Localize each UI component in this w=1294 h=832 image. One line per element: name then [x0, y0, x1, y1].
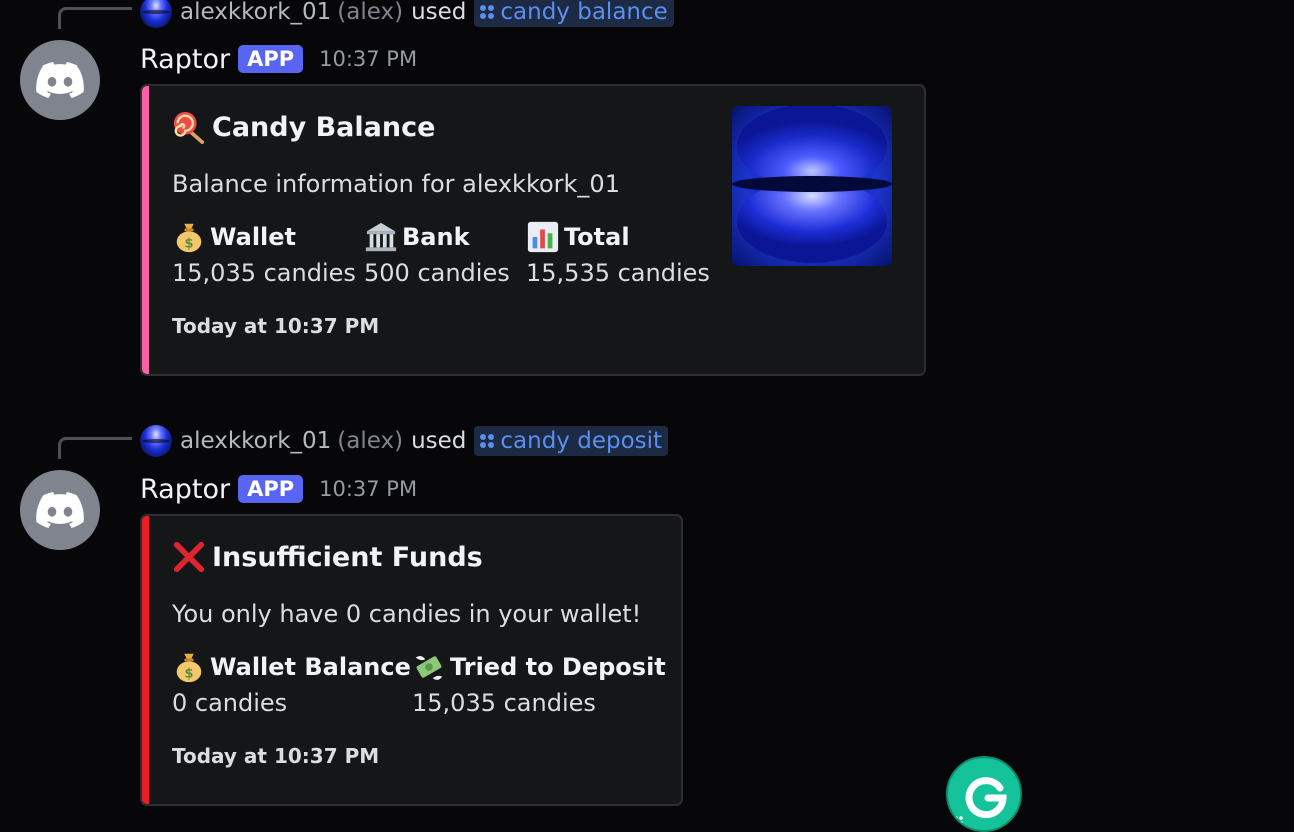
slash-command-icon [480, 434, 495, 448]
field-name-text: Tried to Deposit [450, 653, 666, 681]
command-link-candy-deposit[interactable]: candy deposit [474, 426, 669, 456]
field-name-text: Bank [402, 223, 470, 251]
discord-logo-icon [36, 62, 84, 98]
field-bank: Bank 500 candies [364, 219, 510, 287]
reply-context[interactable]: alexkkork_01 (alex) used candy deposit [140, 425, 669, 457]
field-wallet: $ Wallet 15,035 candies [172, 219, 356, 287]
embed-footer-timestamp: Today at 10:37 PM [172, 314, 380, 338]
grammarly-button[interactable] [946, 756, 1022, 832]
red-x-icon [173, 541, 205, 573]
field-total: Total 15,535 candies [526, 219, 710, 287]
embed-description: Balance information for alexkkork_01 [172, 170, 620, 198]
field-value: 0 candies [172, 689, 288, 717]
author-name[interactable]: Raptor [140, 474, 230, 505]
embed-description: You only have 0 candies in your wallet! [172, 600, 642, 628]
command-name: candy deposit [500, 428, 663, 454]
user-mini-avatar[interactable] [140, 425, 172, 457]
reply-handle: (alex) [337, 428, 404, 454]
reply-username[interactable]: alexkkork_01 [180, 0, 331, 25]
message-timestamp[interactable]: 10:37 PM [319, 477, 417, 501]
money-with-wings-icon [415, 656, 443, 680]
user-mini-avatar[interactable] [140, 0, 172, 28]
lollipop-icon [173, 111, 205, 144]
slash-command-icon [480, 5, 495, 19]
field-name-text: Wallet [210, 223, 297, 251]
embed-footer-timestamp: Today at 10:37 PM [172, 744, 380, 768]
message-header: Raptor APP 10:37 PM [140, 42, 417, 76]
author-name[interactable]: Raptor [140, 44, 230, 75]
embed-title-text: Insufficient Funds [212, 541, 483, 573]
field-name-text: Wallet Balance [210, 653, 411, 681]
command-link-candy-balance[interactable]: candy balance [474, 0, 674, 27]
money-bag-icon: $ [176, 223, 202, 253]
field-value: 500 candies [364, 259, 510, 287]
embed-insufficient-funds: Insufficient Funds You only have 0 candi… [140, 514, 683, 806]
money-bag-icon: $ [176, 653, 202, 683]
bot-avatar[interactable] [20, 40, 100, 120]
bar-chart-icon [527, 221, 559, 253]
embed-thumbnail[interactable] [732, 106, 892, 266]
reply-username[interactable]: alexkkork_01 [180, 428, 331, 454]
bot-avatar[interactable] [20, 470, 100, 550]
thumbnail-art [732, 106, 892, 266]
reply-used-text: used [411, 0, 467, 25]
reply-connector [58, 7, 132, 29]
command-name: candy balance [500, 0, 668, 25]
embed-candy-balance: Candy Balance Balance information for al… [140, 84, 926, 376]
field-value: 15,035 candies [412, 689, 596, 717]
svg-text:$: $ [184, 666, 193, 681]
reply-connector [58, 437, 132, 459]
field-name-text: Total [564, 223, 630, 251]
embed-title: Insufficient Funds [172, 540, 483, 574]
embed-title-text: Candy Balance [212, 111, 436, 143]
embed-title: Candy Balance [172, 110, 435, 144]
field-wallet-balance: $ Wallet Balance 0 candies [172, 649, 411, 717]
embed-accent-stripe [142, 516, 149, 804]
reply-handle: (alex) [337, 0, 404, 25]
app-badge: APP [238, 475, 304, 503]
bank-icon [365, 222, 397, 252]
embed-accent-stripe [142, 86, 149, 374]
app-badge: APP [238, 45, 304, 73]
svg-text:$: $ [184, 236, 193, 251]
field-tried-to-deposit: Tried to Deposit 15,035 candies [412, 649, 666, 717]
field-value: 15,535 candies [526, 259, 710, 287]
reply-context[interactable]: alexkkork_01 (alex) used candy balance [140, 0, 674, 28]
field-value: 15,035 candies [172, 259, 356, 287]
grammarly-g-icon [954, 777, 1007, 830]
reply-used-text: used [411, 428, 467, 454]
message-timestamp[interactable]: 10:37 PM [319, 47, 417, 71]
message-header: Raptor APP 10:37 PM [140, 472, 417, 506]
discord-logo-icon [36, 492, 84, 528]
